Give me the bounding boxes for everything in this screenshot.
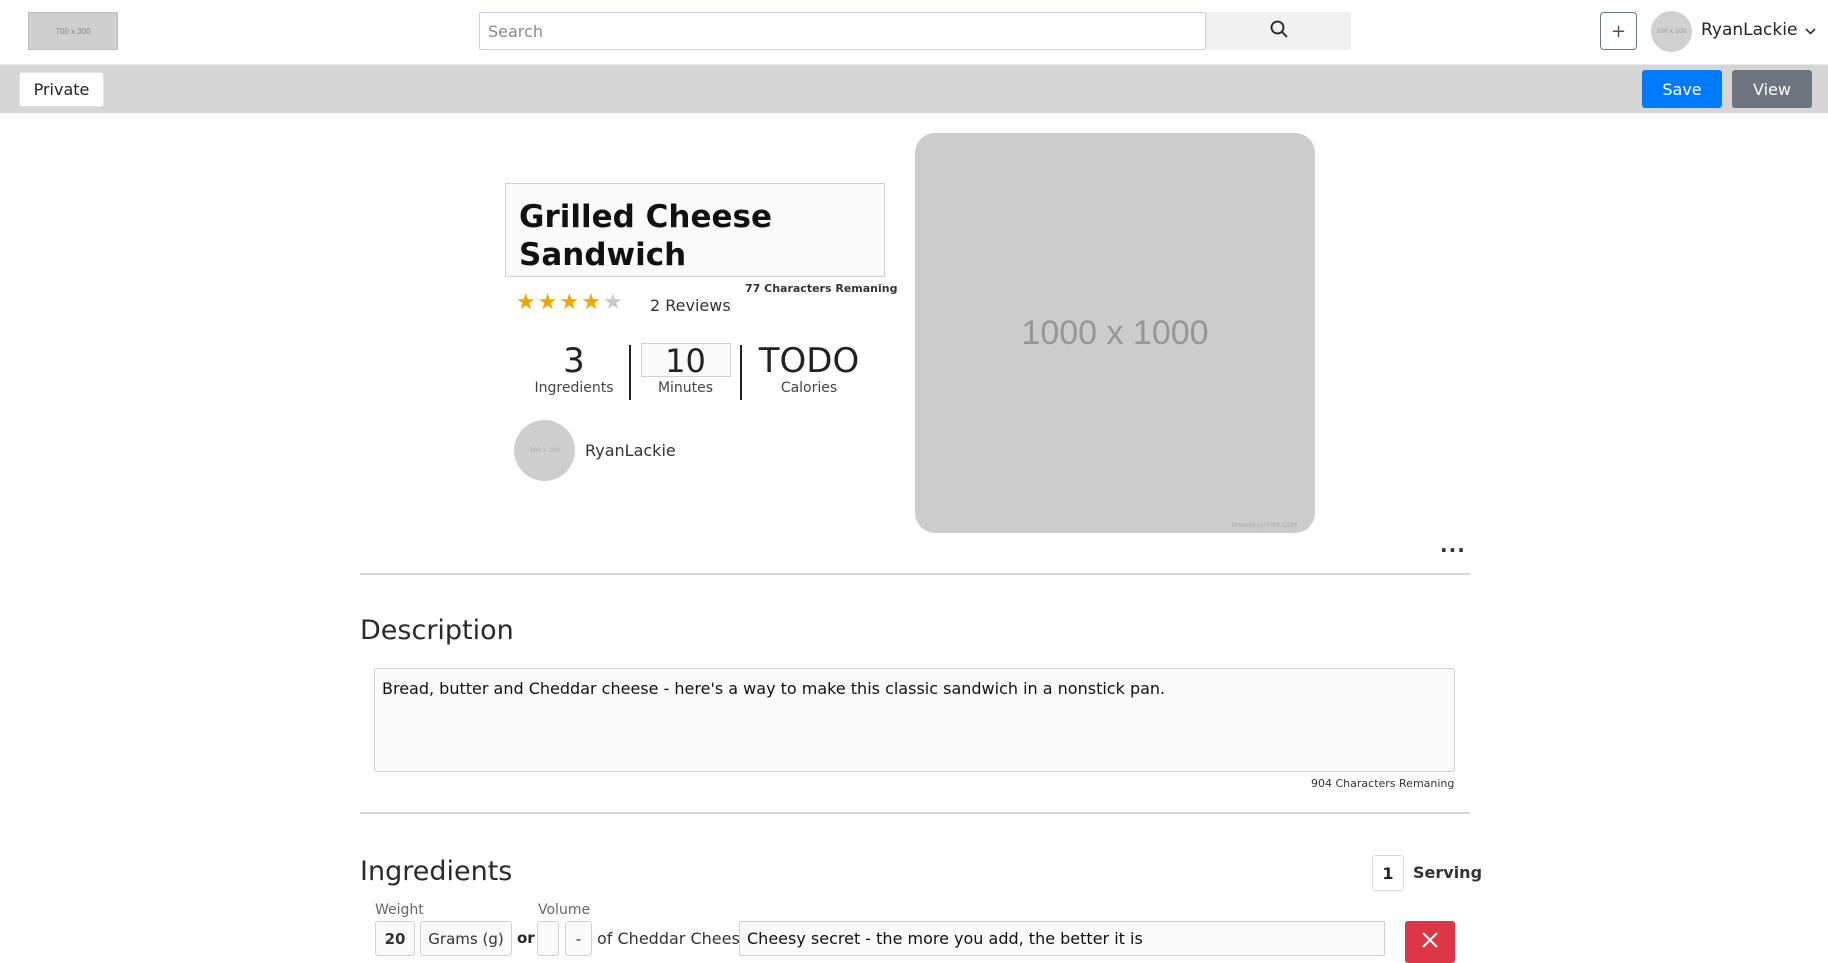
servings-input[interactable]: 1 xyxy=(1372,855,1404,891)
avatar[interactable]: 100 x 100 xyxy=(1651,11,1692,52)
reviews-link[interactable]: 2 Reviews xyxy=(650,296,731,315)
description-heading: Description xyxy=(360,615,514,646)
minutes-label: Minutes xyxy=(657,380,714,396)
calories-value: TODO xyxy=(758,341,860,381)
close-icon xyxy=(1421,931,1439,953)
ingredient-name: of Cheddar Cheese xyxy=(597,929,750,948)
star-empty-icon[interactable]: ★ xyxy=(603,290,625,315)
stat-calories: TODO Calories xyxy=(749,340,869,396)
or-label: or xyxy=(517,929,535,947)
image-credit: Powered by HTML.COM xyxy=(1231,523,1297,529)
recipe-stats: 3 Ingredients 10 Minutes TODO Calories xyxy=(505,340,885,402)
view-label: View xyxy=(1753,79,1791,99)
save-label: Save xyxy=(1662,79,1702,99)
view-button[interactable]: View xyxy=(1732,70,1812,108)
weight-value-input[interactable]: 20 xyxy=(375,921,415,956)
stat-divider xyxy=(740,345,742,400)
ingredients-count: 3 xyxy=(563,341,585,381)
recipe-title-input[interactable]: Grilled Cheese Sandwich xyxy=(505,183,885,277)
minutes-input[interactable]: 10 xyxy=(640,343,731,378)
author-avatar[interactable]: 100 x 100 xyxy=(514,420,575,481)
weight-unit-select[interactable]: Grams (g) xyxy=(420,921,512,956)
star-filled-icon[interactable]: ★ xyxy=(516,290,538,315)
description-characters-remaining: 904 Characters Remaning xyxy=(1311,777,1455,790)
user-menu[interactable]: RyanLackie xyxy=(1701,20,1816,40)
volume-value-input[interactable] xyxy=(537,921,559,956)
chevron-down-icon xyxy=(1805,20,1816,40)
stat-ingredients: 3 Ingredients xyxy=(524,340,624,396)
description-textarea[interactable]: Bread, butter and Cheddar cheese - here'… xyxy=(374,668,1455,772)
username: RyanLackie xyxy=(1701,20,1798,40)
volume-unit-select[interactable]: - xyxy=(565,921,592,956)
title-characters-remaining: 77 Characters Remaning xyxy=(745,282,898,295)
section-divider xyxy=(360,573,1470,575)
rating-stars[interactable]: ★★★★★ xyxy=(516,290,625,315)
recipe-toolbar: Private Save View xyxy=(0,65,1828,113)
serving-label: Serving xyxy=(1413,863,1483,882)
volume-label: Volume xyxy=(538,902,591,918)
star-filled-icon[interactable]: ★ xyxy=(538,290,560,315)
recipe-image-placeholder-text: 1000 x 1000 xyxy=(1021,313,1209,352)
site-logo[interactable]: 700 x 300 xyxy=(28,12,118,50)
ingredient-note-input[interactable]: Cheesy secret - the more you add, the be… xyxy=(739,921,1385,956)
calories-label: Calories xyxy=(780,380,838,396)
star-filled-icon[interactable]: ★ xyxy=(581,290,603,315)
more-options-icon[interactable]: ··· xyxy=(1440,538,1466,562)
weight-label: Weight xyxy=(375,902,424,918)
search-input[interactable] xyxy=(479,12,1206,50)
top-navbar: 700 x 300 + 100 x 100 RyanLackie xyxy=(0,0,1828,65)
author-avatar-text: 100 x 100 xyxy=(529,447,560,454)
search-button[interactable] xyxy=(1206,12,1351,50)
recipe-image[interactable]: 1000 x 1000 Powered by HTML.COM xyxy=(915,133,1315,533)
star-filled-icon[interactable]: ★ xyxy=(559,290,581,315)
privacy-label: Private xyxy=(33,80,90,99)
add-recipe-button[interactable]: + xyxy=(1600,12,1637,50)
section-divider xyxy=(360,812,1470,814)
plus-icon: + xyxy=(1610,20,1627,42)
privacy-toggle-button[interactable]: Private xyxy=(19,72,104,107)
ingredients-label: Ingredients xyxy=(534,380,614,396)
logo-placeholder-text: 700 x 300 xyxy=(55,26,91,36)
author-name[interactable]: RyanLackie xyxy=(585,441,676,460)
stat-minutes: 10 Minutes xyxy=(629,340,742,396)
avatar-placeholder-text: 100 x 100 xyxy=(1656,28,1687,35)
save-button[interactable]: Save xyxy=(1642,70,1722,108)
ingredients-heading: Ingredients xyxy=(360,856,513,887)
search-icon xyxy=(1270,20,1288,42)
delete-ingredient-button[interactable] xyxy=(1405,921,1455,963)
